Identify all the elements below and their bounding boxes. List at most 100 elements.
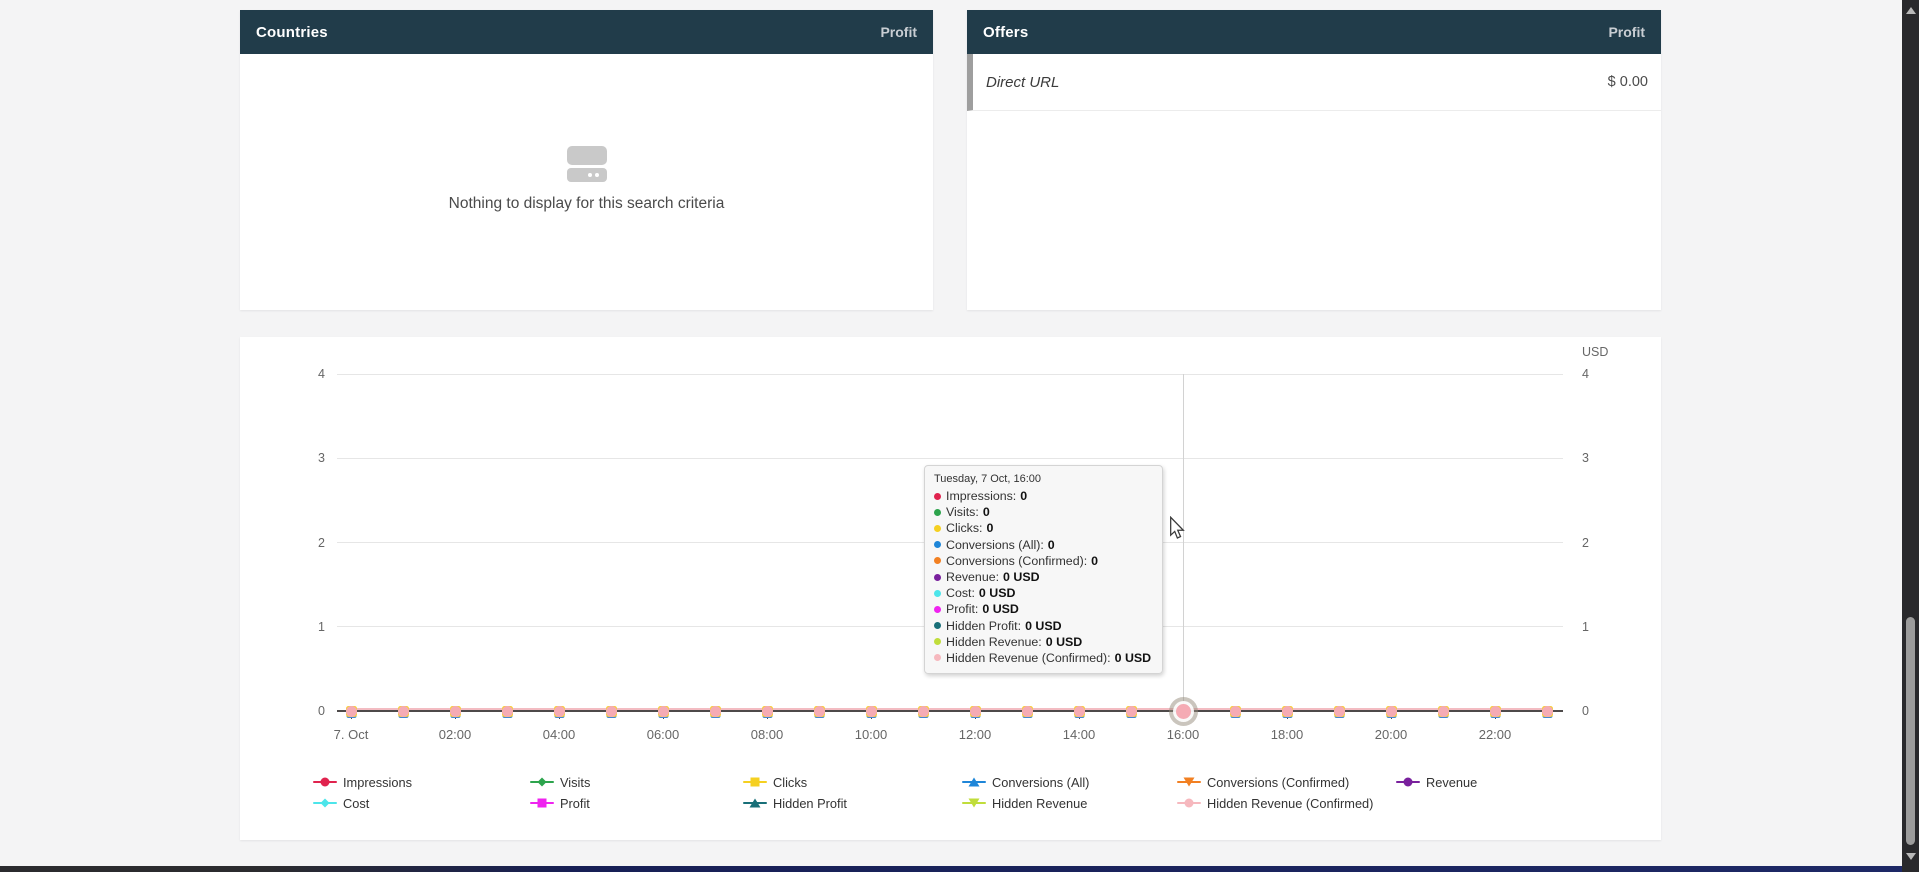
legend-label: Revenue <box>1426 775 1477 790</box>
legend-label: Impressions <box>343 775 412 790</box>
offers-panel: Offers Profit Direct URL $ 0.00 <box>967 10 1661 310</box>
data-point-marker[interactable] <box>606 706 617 717</box>
tooltip-bullet-icon <box>934 622 941 629</box>
scroll-up-arrow-icon[interactable] <box>1906 7 1916 14</box>
data-point-marker[interactable] <box>450 706 461 717</box>
data-point-marker[interactable] <box>554 706 565 717</box>
legend-label: Hidden Revenue <box>992 796 1087 811</box>
data-point-marker[interactable] <box>1334 706 1345 717</box>
legend-marker-circle-icon <box>1177 802 1201 805</box>
offer-row[interactable]: Direct URL $ 0.00 <box>967 54 1661 111</box>
no-data-icon <box>567 146 607 182</box>
data-point-marker[interactable] <box>918 706 929 717</box>
y-axis-label-right: 4 <box>1582 365 1622 383</box>
offers-panel-header: Offers Profit <box>967 10 1661 54</box>
tooltip-row: Cost:0 USD <box>934 585 1153 601</box>
legend-marker-triangle-up-icon <box>962 781 986 784</box>
x-axis-line <box>337 710 1563 712</box>
data-point-marker[interactable] <box>1022 706 1033 717</box>
x-axis-label: 08:00 <box>715 727 819 742</box>
y-axis-label-left: 1 <box>280 618 325 636</box>
data-point-marker[interactable] <box>1230 706 1241 717</box>
tooltip-bullet-icon <box>934 509 941 516</box>
tooltip-bullet-icon <box>934 557 941 564</box>
data-point-marker[interactable] <box>346 706 357 717</box>
tooltip-row: Conversions (Confirmed):0 <box>934 553 1153 569</box>
legend-label: Cost <box>343 796 369 811</box>
legend-label: Conversions (Confirmed) <box>1207 775 1349 790</box>
y-axis-label-left: 4 <box>280 365 325 383</box>
legend-item[interactable]: Conversions (Confirmed) <box>1177 774 1349 790</box>
legend-item[interactable]: Visits <box>530 774 590 790</box>
hover-crosshair-line <box>1183 374 1184 711</box>
x-axis-label: 02:00 <box>403 727 507 742</box>
hovered-data-point[interactable] <box>1176 704 1191 719</box>
legend-label: Conversions (All) <box>992 775 1089 790</box>
legend-marker-triangle-down-icon <box>1177 781 1201 784</box>
data-point-marker[interactable] <box>1542 706 1553 717</box>
data-point-marker[interactable] <box>1282 706 1293 717</box>
legend-item[interactable]: Conversions (All) <box>962 774 1089 790</box>
data-point-marker[interactable] <box>1438 706 1449 717</box>
scroll-down-arrow-icon[interactable] <box>1906 853 1916 860</box>
tooltip-row: Visits:0 <box>934 504 1153 520</box>
legend-item[interactable]: Hidden Profit <box>743 795 847 811</box>
legend-marker-diamond-icon <box>530 781 554 784</box>
tooltip-title: Tuesday, 7 Oct, 16:00 <box>934 473 1153 485</box>
x-axis-label: 20:00 <box>1339 727 1443 742</box>
chart-tooltip: Tuesday, 7 Oct, 16:00 Impressions:0Visit… <box>924 465 1163 674</box>
legend-marker-square-icon <box>530 802 554 805</box>
x-axis-label: 14:00 <box>1027 727 1131 742</box>
x-axis-label: 12:00 <box>923 727 1027 742</box>
legend-item[interactable]: Profit <box>530 795 590 811</box>
data-point-marker[interactable] <box>1126 706 1137 717</box>
data-point-marker[interactable] <box>710 706 721 717</box>
data-point-marker[interactable] <box>1386 706 1397 717</box>
countries-metric-selector[interactable]: Profit <box>880 24 917 40</box>
y-axis-label-right: 1 <box>1582 618 1622 636</box>
legend-item[interactable]: Hidden Revenue (Confirmed) <box>1177 795 1373 811</box>
tooltip-row: Hidden Revenue:0 USD <box>934 634 1153 650</box>
legend-marker-triangle-up-icon <box>743 802 767 805</box>
tooltip-row: Profit:0 USD <box>934 601 1153 617</box>
legend-item[interactable]: Revenue <box>1396 774 1477 790</box>
timeline-chart-panel: USD Tuesday, 7 Oct, 16:00 Impressions:0V… <box>240 337 1661 840</box>
empty-state-message: Nothing to display for this search crite… <box>449 195 725 213</box>
legend-item[interactable]: Impressions <box>313 774 412 790</box>
x-axis-label: 06:00 <box>611 727 715 742</box>
legend-item[interactable]: Cost <box>313 795 369 811</box>
grid-line <box>337 374 1563 375</box>
vertical-scrollbar[interactable] <box>1902 0 1919 872</box>
offers-panel-title: Offers <box>983 24 1028 41</box>
y-axis-unit-label: USD <box>1582 345 1608 359</box>
countries-panel: Countries Profit Nothing to display for … <box>240 10 933 310</box>
tooltip-row: Clicks:0 <box>934 520 1153 536</box>
legend-item[interactable]: Clicks <box>743 774 807 790</box>
offers-metric-selector[interactable]: Profit <box>1608 24 1645 40</box>
legend-marker-circle-icon <box>1396 781 1420 784</box>
taskbar-edge-strip <box>0 866 1902 872</box>
countries-empty-state: Nothing to display for this search crite… <box>240 54 933 213</box>
x-axis-label: 22:00 <box>1443 727 1547 742</box>
data-point-marker[interactable] <box>762 706 773 717</box>
data-point-marker[interactable] <box>658 706 669 717</box>
scrollbar-thumb[interactable] <box>1906 617 1915 845</box>
offer-profit-value: $ 0.00 <box>1608 74 1648 90</box>
data-point-marker[interactable] <box>814 706 825 717</box>
data-point-marker[interactable] <box>1490 706 1501 717</box>
legend-label: Hidden Revenue (Confirmed) <box>1207 796 1373 811</box>
tooltip-row: Revenue:0 USD <box>934 569 1153 585</box>
data-point-marker[interactable] <box>1074 706 1085 717</box>
data-point-marker[interactable] <box>970 706 981 717</box>
data-point-marker[interactable] <box>866 706 877 717</box>
legend-item[interactable]: Hidden Revenue <box>962 795 1087 811</box>
legend-label: Visits <box>560 775 590 790</box>
x-axis-label: 7. Oct <box>299 727 403 742</box>
legend-label: Clicks <box>773 775 807 790</box>
tooltip-bullet-icon <box>934 654 941 661</box>
tooltip-row: Hidden Revenue (Confirmed):0 USD <box>934 650 1153 666</box>
tooltip-row: Hidden Profit:0 USD <box>934 618 1153 634</box>
x-axis-label: 16:00 <box>1131 727 1235 742</box>
data-point-marker[interactable] <box>502 706 513 717</box>
data-point-marker[interactable] <box>398 706 409 717</box>
